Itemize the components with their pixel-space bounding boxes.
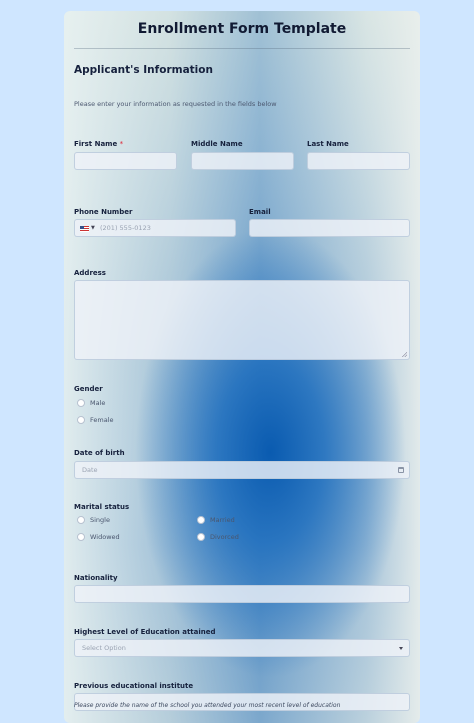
dob-label: Date of birth bbox=[74, 449, 125, 457]
email-input[interactable] bbox=[249, 219, 410, 237]
marital-married-radio[interactable] bbox=[197, 516, 205, 524]
phone-label: Phone Number bbox=[74, 208, 133, 216]
prev-institute-label: Previous educational institute bbox=[74, 682, 194, 690]
form-card: Enrollment Form Template Applicant's Inf… bbox=[64, 11, 420, 723]
resize-handle-icon[interactable] bbox=[402, 352, 407, 357]
education-select[interactable]: Select Option bbox=[74, 639, 410, 657]
education-label: Highest Level of Education attained bbox=[74, 628, 216, 636]
middle-name-input[interactable] bbox=[191, 152, 294, 170]
marital-label: Marital status bbox=[74, 503, 130, 511]
last-name-input[interactable] bbox=[307, 152, 410, 170]
gender-female-radio[interactable] bbox=[77, 416, 85, 424]
first-name-label: First Name * bbox=[74, 140, 124, 148]
phone-input[interactable]: ▼ (201) 555-0123 bbox=[74, 219, 236, 237]
calendar-icon[interactable] bbox=[398, 467, 404, 473]
last-name-label: Last Name bbox=[307, 140, 349, 148]
nationality-label: Nationality bbox=[74, 574, 118, 582]
section-description: Please enter your information as request… bbox=[74, 100, 277, 108]
dob-placeholder: Date bbox=[82, 466, 98, 474]
nationality-input[interactable] bbox=[74, 585, 410, 603]
gender-male-label: Male bbox=[90, 399, 106, 407]
marital-divorced-radio[interactable] bbox=[197, 533, 205, 541]
email-label: Email bbox=[249, 208, 271, 216]
gender-male-radio[interactable] bbox=[77, 399, 85, 407]
phone-placeholder: (201) 555-0123 bbox=[100, 224, 151, 232]
marital-single-label: Single bbox=[90, 516, 110, 524]
education-placeholder: Select Option bbox=[82, 644, 126, 652]
chevron-down-icon bbox=[399, 647, 403, 650]
marital-widowed-radio[interactable] bbox=[77, 533, 85, 541]
marital-single-radio[interactable] bbox=[77, 516, 85, 524]
chevron-down-icon: ▼ bbox=[91, 225, 95, 231]
form-title: Enrollment Form Template bbox=[137, 21, 347, 37]
us-flag-icon[interactable] bbox=[80, 226, 89, 232]
marital-widowed-label: Widowed bbox=[90, 533, 120, 541]
marital-married-label: Married bbox=[210, 516, 235, 524]
section-title: Applicant's Information bbox=[74, 64, 213, 76]
prev-institute-hint: Please provide the name of the school yo… bbox=[74, 702, 341, 709]
title-divider bbox=[74, 48, 410, 49]
gender-label: Gender bbox=[74, 385, 103, 393]
middle-name-label: Middle Name bbox=[191, 140, 243, 148]
first-name-input[interactable] bbox=[74, 152, 177, 170]
marital-divorced-label: Divorced bbox=[210, 533, 239, 541]
address-textarea[interactable] bbox=[74, 280, 410, 360]
dob-input[interactable]: Date bbox=[74, 461, 410, 479]
gender-female-label: Female bbox=[90, 416, 114, 424]
address-label: Address bbox=[74, 269, 106, 277]
required-mark: * bbox=[119, 140, 124, 148]
